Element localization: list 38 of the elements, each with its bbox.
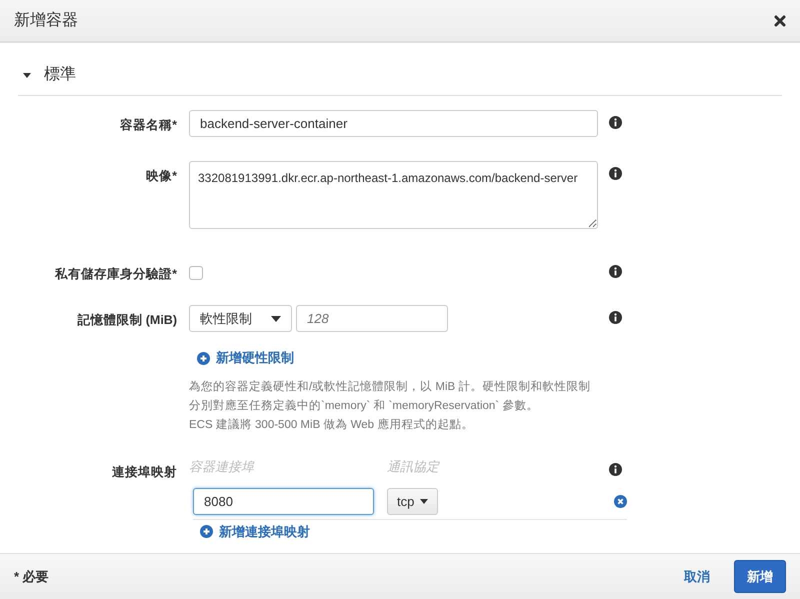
remove-icon xyxy=(614,494,627,508)
close-icon xyxy=(774,14,786,26)
field-label: 容器名稱* xyxy=(119,117,177,134)
text-field[interactable]: backend-server-container xyxy=(189,110,598,137)
add-link[interactable]: 新增連接埠映射 xyxy=(200,522,310,542)
section-header[interactable]: 標準 xyxy=(18,55,782,96)
info-icon xyxy=(609,116,622,129)
info-icon xyxy=(609,264,622,278)
checkbox[interactable] xyxy=(189,266,203,280)
cancel-link[interactable]: 取消 xyxy=(684,566,710,586)
close-button[interactable] xyxy=(774,14,786,26)
protocol-dropdown[interactable]: tcp xyxy=(387,488,438,515)
help-text: ECS 建議將 300-500 MiB 做為 Web 應用程式的起點。 xyxy=(189,417,474,433)
column-header: 容器連接埠 xyxy=(189,458,256,476)
required-note: * 必要 xyxy=(14,568,49,586)
text-area[interactable]: 332081913991.dkr.ecr.ap-northeast-1.amazonaws.com/backend-server xyxy=(189,161,598,229)
plus-circle-icon xyxy=(197,352,210,364)
info-icon xyxy=(609,311,622,324)
field-label: 記憶體限制 (MiB) xyxy=(76,312,177,330)
field-label: 連接埠映射 xyxy=(111,464,177,481)
info-icon xyxy=(609,167,622,180)
plus-circle-icon xyxy=(200,525,213,538)
number-field[interactable]: 128 xyxy=(296,305,448,332)
port-field[interactable]: 8080 xyxy=(193,488,374,515)
caret-down-icon xyxy=(271,316,281,322)
section-title: 標準 xyxy=(44,65,76,85)
dropdown[interactable]: 軟性限制 xyxy=(189,305,292,332)
field-label: 映像* xyxy=(145,168,177,185)
help-text: 為您的容器定義硬性和/或軟性記憶體限制，以 MiB 計。硬性限制和軟性限制分別對應至任務定義中的`memory` 和 `memoryReservation` 參數。 xyxy=(189,379,592,414)
add-button[interactable]: 新增 xyxy=(734,560,786,594)
column-header: 通訊協定 xyxy=(387,458,439,476)
add-link[interactable]: 新增硬性限制 xyxy=(197,348,294,368)
remove-button[interactable] xyxy=(614,494,627,508)
caret-down-icon xyxy=(420,498,428,504)
info-icon xyxy=(609,463,622,476)
dialog-title: 新增容器 xyxy=(14,10,78,30)
dropdown-value: 軟性限制 xyxy=(200,310,252,328)
field-label: 私有儲存庫身分驗證* xyxy=(54,266,177,282)
